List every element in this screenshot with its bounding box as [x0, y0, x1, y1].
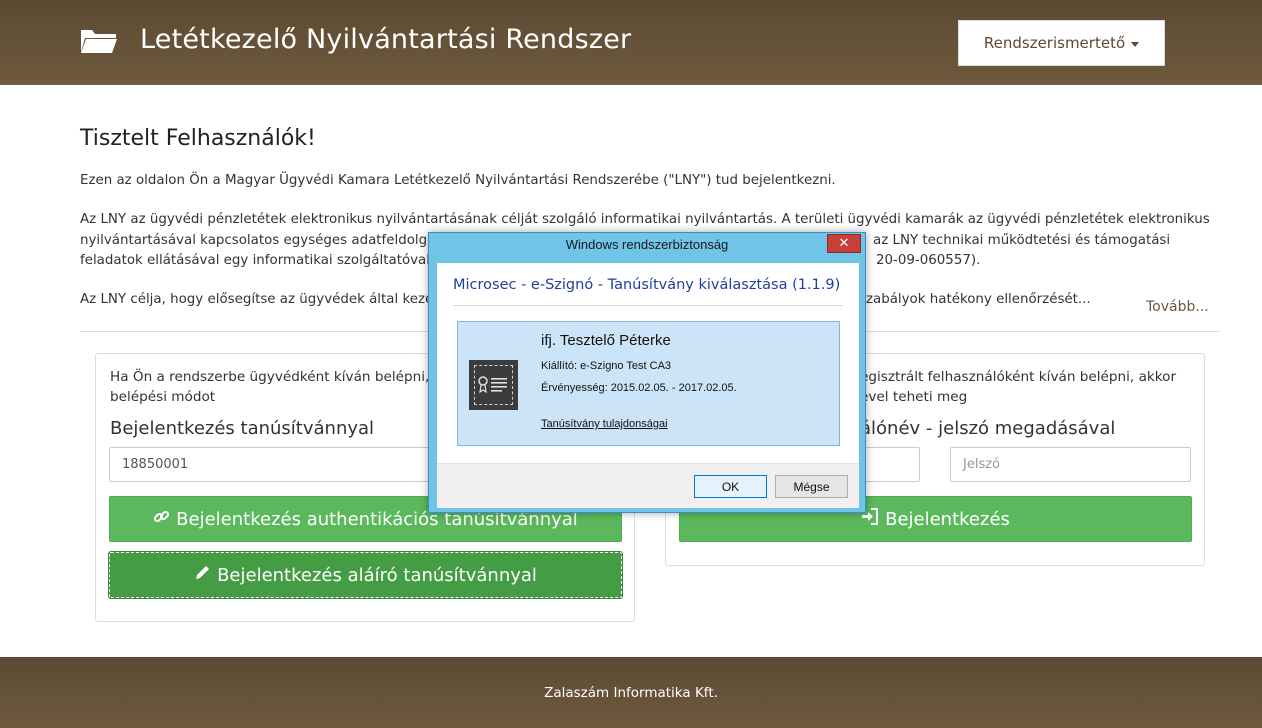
certificate-icon	[469, 360, 518, 410]
pencil-icon	[194, 564, 211, 586]
certificate-login-heading: Bejelentkezés tanúsítvánnyal	[110, 418, 375, 439]
user-intro-line-1: egisztrált felhasználóként kíván belépni…	[860, 369, 1177, 385]
lawyer-login-intro: Ha Ön a rendszerbe ügyvédként kíván belé…	[110, 368, 442, 407]
username-input[interactable]	[860, 447, 920, 482]
footer: Zalaszám Informatika Kft.	[0, 657, 1262, 728]
description-line-3-left: feladatok ellátásával egy informatikai s…	[80, 253, 430, 268]
dialog-separator	[453, 305, 843, 306]
read-more-link[interactable]: Tovább...	[1146, 299, 1209, 315]
purpose-left: Az LNY célja, hogy elősegítse az ügyvéde…	[80, 292, 437, 307]
cancel-button[interactable]: Mégse	[775, 475, 848, 498]
certificate-id-input[interactable]: 18850001	[109, 447, 449, 482]
lawyer-intro-line-1: Ha Ön a rendszerbe ügyvédként kíván belé…	[110, 369, 442, 385]
footer-company: Zalaszám Informatika Kft.	[544, 684, 718, 701]
dialog-title: Windows rendszerbiztonság	[565, 237, 729, 252]
description-line-1: Az LNY az ügyvédi pénzletétek elektronik…	[80, 212, 1210, 227]
brand[interactable]: Letétkezelő Nyilvántartási Rendszer	[80, 24, 631, 55]
intro-paragraph: Ezen az oldalon Ön a Magyar Ügyvédi Kama…	[80, 173, 836, 188]
ok-button[interactable]: OK	[694, 475, 767, 498]
page-title: Tisztelt Felhasználók!	[80, 126, 316, 151]
app-title: Letétkezelő Nyilvántartási Rendszer	[140, 24, 632, 55]
login-button-label: Bejelentkezés	[885, 508, 1010, 530]
description-line-2-left: nyilvántartásával kapcsolatos egységes a…	[80, 232, 436, 248]
description-line-3-right: 20-09-060557).	[876, 253, 981, 268]
description-line-2-right: az LNY technikai működtetési és támogatá…	[873, 232, 1171, 248]
dialog-heading: Microsec - e-Szignó - Tanúsítvány kivála…	[453, 277, 841, 293]
close-icon: ✕	[838, 236, 850, 251]
password-input[interactable]: Jelszó	[950, 447, 1191, 482]
sign-button-label: Bejelentkezés aláíró tanúsítvánnyal	[217, 564, 537, 586]
windows-security-dialog: Windows rendszerbiztonság ✕ Microsec - e…	[428, 232, 866, 513]
user-login-intro: egisztrált felhasználóként kíván belépni…	[860, 368, 1176, 407]
certificate-validity: Érvényesség: 2015.02.05. - 2017.02.05.	[541, 382, 737, 394]
certificate-issuer: Kiállító: e-Szigno Test CA3	[541, 360, 672, 372]
password-login-heading: álónév - jelszó megadásával	[860, 418, 1116, 439]
lawyer-intro-line-2: belépési módot	[110, 388, 216, 405]
purpose-right: szabályok hatékony ellenőrzését...	[859, 292, 1091, 307]
caret-down-icon	[1131, 41, 1140, 47]
certificate-owner: ifj. Tesztelő Péterke	[541, 332, 671, 349]
signing-certificate-login-button[interactable]: Bejelentkezés aláíró tanúsítvánnyal	[108, 551, 623, 599]
link-icon	[153, 508, 170, 530]
dialog-body: Microsec - e-Szignó - Tanúsítvány kivála…	[437, 263, 859, 463]
dialog-footer: OK Mégse	[437, 463, 859, 508]
system-overview-dropdown[interactable]: Rendszerismertető	[958, 20, 1165, 66]
user-intro-line-2: ével teheti meg	[860, 388, 968, 405]
certificate-properties-link[interactable]: Tanúsítvány tulajdonságai	[541, 418, 668, 430]
dialog-close-button[interactable]: ✕	[827, 234, 861, 253]
certificate-item[interactable]: ifj. Tesztelő Péterke Kiállító: e-Szigno…	[457, 321, 840, 446]
folder-open-icon	[80, 26, 118, 54]
dropdown-label: Rendszerismertető	[983, 34, 1126, 52]
top-navbar: Letétkezelő Nyilvántartási Rendszer Rend…	[0, 0, 1262, 85]
